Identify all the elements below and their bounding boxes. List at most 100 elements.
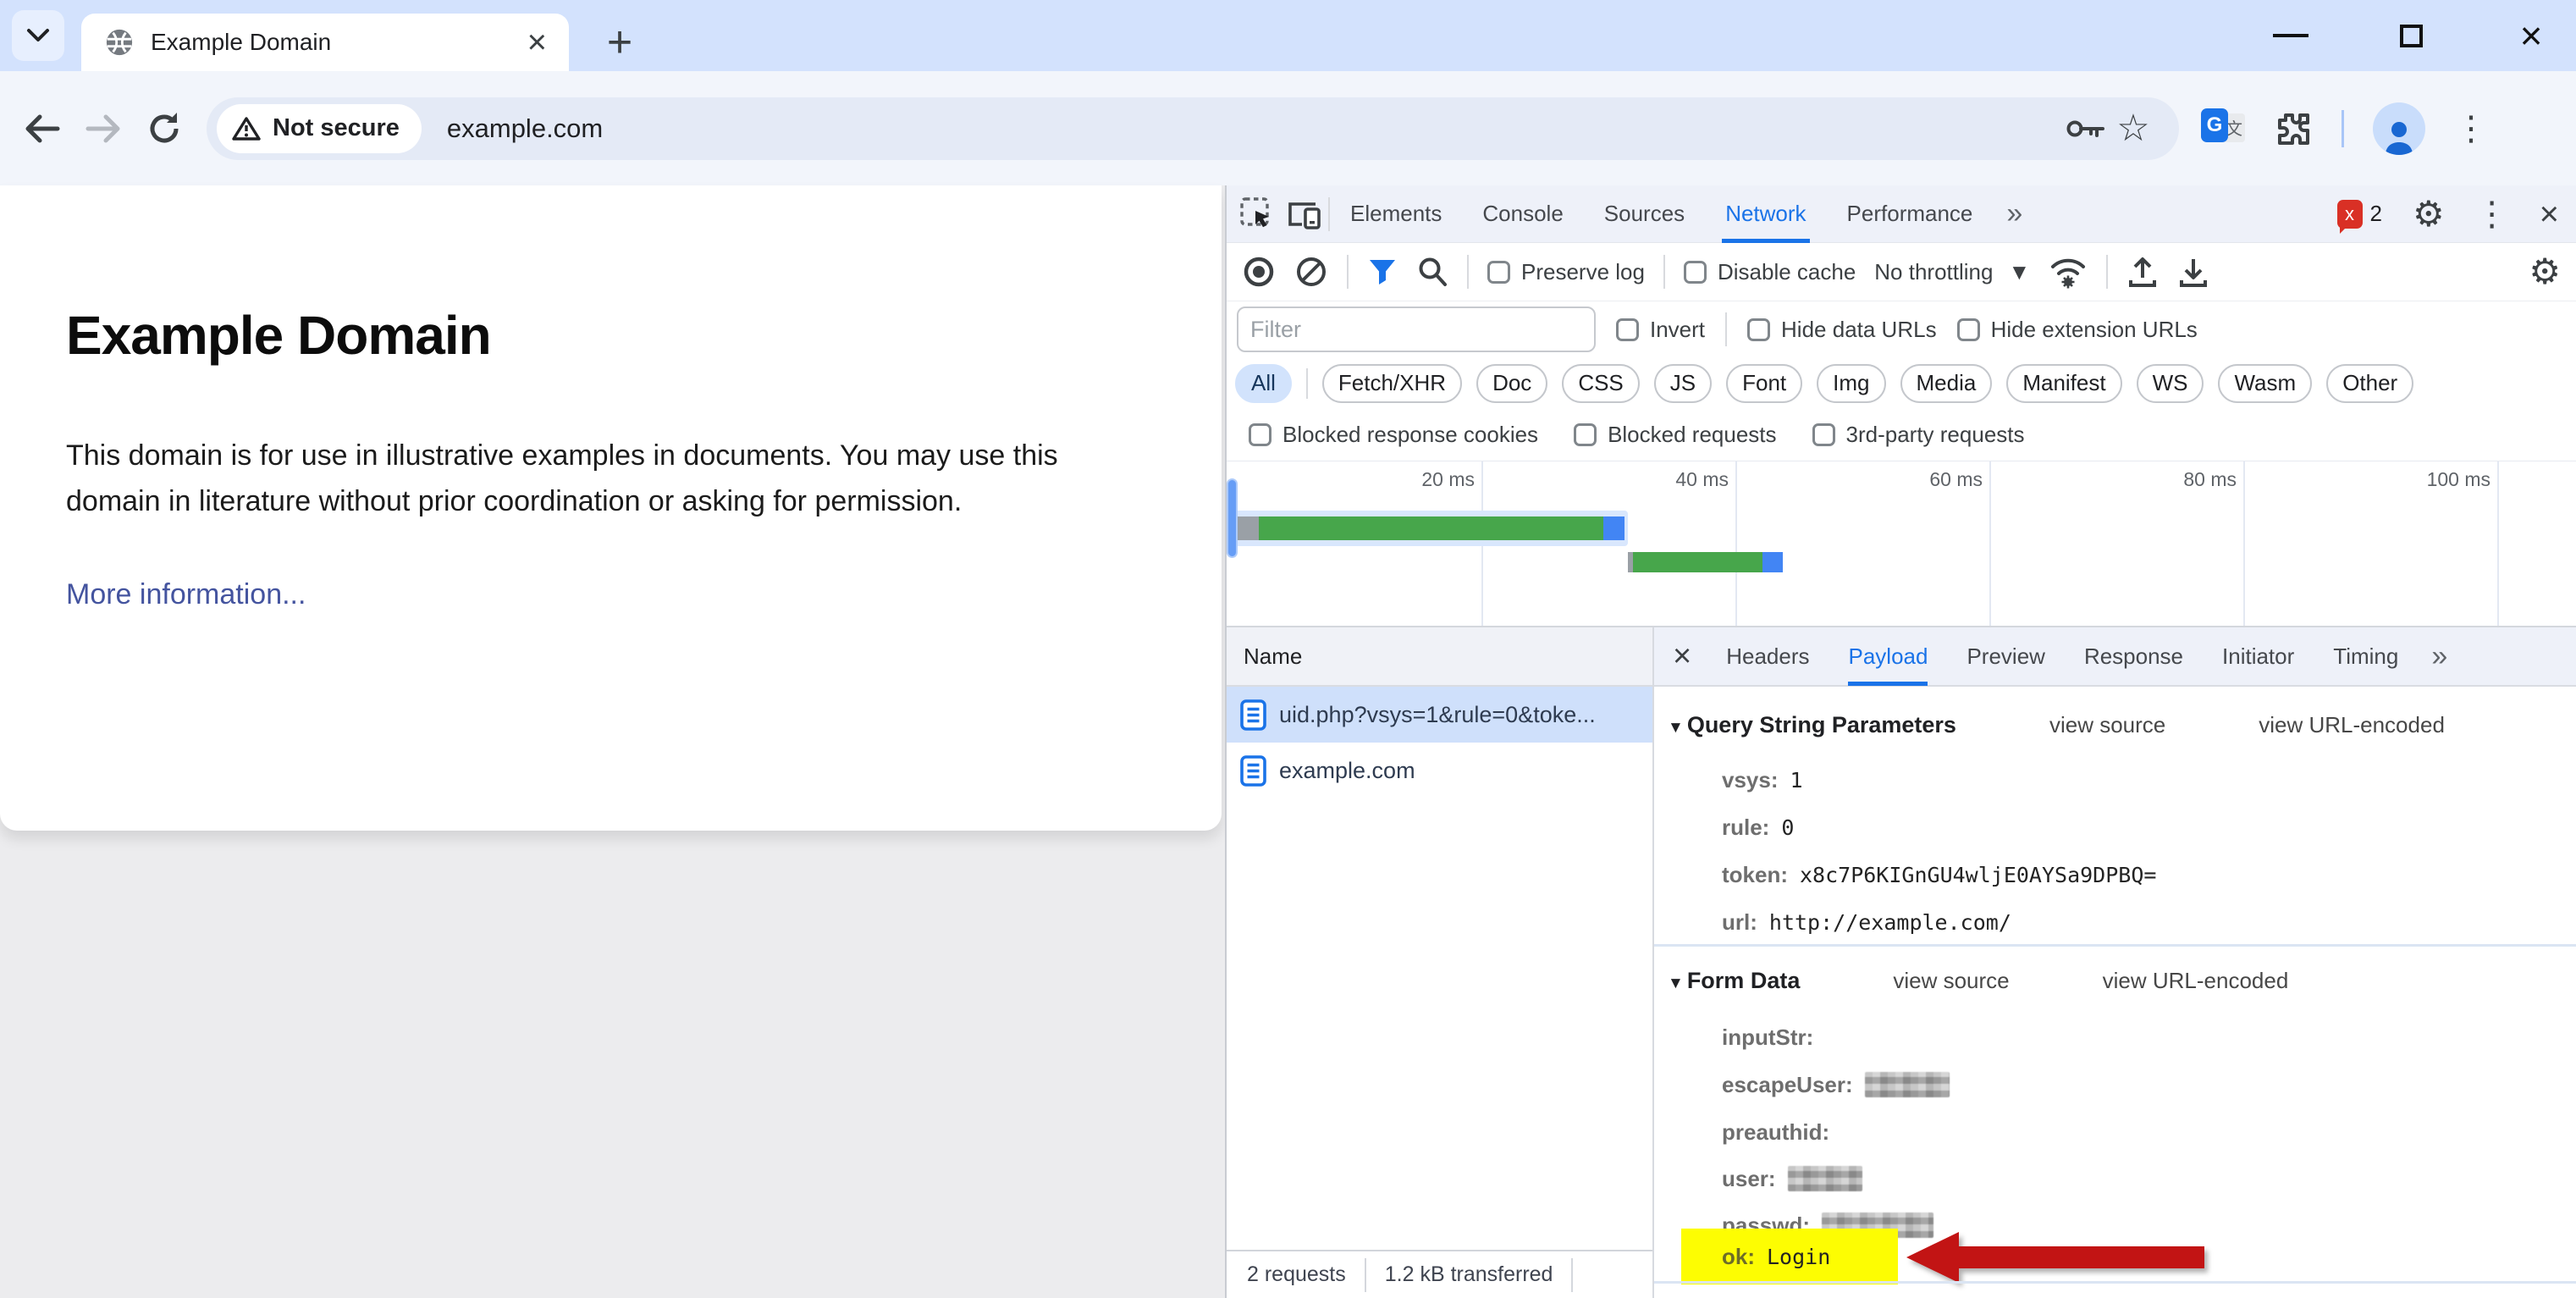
devtools-settings-icon[interactable]: ⚙	[2413, 196, 2445, 232]
password-key-icon[interactable]	[2062, 105, 2110, 152]
reload-button[interactable]	[134, 98, 195, 159]
more-panels-icon[interactable]: »	[2006, 197, 2022, 230]
chip-js[interactable]: JS	[1654, 364, 1712, 403]
tab-timing[interactable]: Timing	[2333, 627, 2398, 686]
disable-cache-checkbox[interactable]: Disable cache	[1684, 259, 1856, 285]
network-settings-icon[interactable]: ⚙	[2529, 254, 2561, 290]
import-har-icon[interactable]	[2126, 255, 2159, 289]
chip-wasm[interactable]: Wasm	[2218, 364, 2312, 403]
network-conditions-icon[interactable]	[2049, 254, 2088, 290]
chip-all[interactable]: All	[1235, 364, 1292, 403]
tab-console[interactable]: Console	[1479, 185, 1566, 243]
param-row: inputStr:	[1722, 1022, 1813, 1052]
param-key: user:	[1722, 1166, 1776, 1192]
checkbox-icon	[1574, 423, 1597, 446]
chevron-down-icon	[25, 27, 51, 44]
reload-icon	[146, 111, 182, 146]
blocked-response-cookies-checkbox[interactable]: Blocked response cookies	[1249, 422, 1538, 448]
device-toolbar-icon[interactable]	[1279, 197, 1328, 231]
clear-network-log-icon[interactable]	[1294, 255, 1328, 289]
chip-fetch-xhr[interactable]: Fetch/XHR	[1322, 364, 1462, 403]
new-tab-button[interactable]: +	[593, 15, 647, 69]
chip-img[interactable]: Img	[1817, 364, 1885, 403]
blocked-requests-checkbox[interactable]: Blocked requests	[1574, 422, 1776, 448]
browser-menu-icon[interactable]: ⋮	[2454, 112, 2488, 146]
tab-search-button[interactable]	[12, 10, 64, 61]
tab-network[interactable]: Network	[1722, 185, 1809, 243]
checkbox-icon	[1957, 318, 1980, 341]
devtools-close-icon[interactable]: ×	[2540, 197, 2559, 231]
export-har-icon[interactable]	[2177, 255, 2209, 289]
request-row-uid-php[interactable]: uid.php?vsys=1&rule=0&toke...	[1227, 687, 1652, 743]
tab-performance[interactable]: Performance	[1844, 185, 1977, 243]
address-bar[interactable]: Not secure example.com ☆	[207, 97, 2179, 160]
network-toolbar: Preserve log Disable cache No throttling…	[1227, 243, 2576, 301]
view-url-encoded-link[interactable]: view URL-encoded	[2259, 712, 2445, 738]
close-details-icon[interactable]: ×	[1673, 640, 1691, 672]
overview-range-handle[interactable]	[1227, 478, 1238, 558]
view-source-link[interactable]: view source	[2049, 712, 2165, 738]
invert-checkbox[interactable]: Invert	[1616, 317, 1705, 343]
security-chip[interactable]: Not secure	[217, 104, 422, 153]
tab-close-icon[interactable]: ×	[524, 25, 550, 59]
disclosure-triangle-icon[interactable]: ▼	[1668, 975, 1684, 992]
tab-response[interactable]: Response	[2084, 627, 2183, 686]
param-row: token: x8c7P6KIGnGU4wljE0AYSa9DPBQ=	[1722, 859, 2156, 890]
tab-elements[interactable]: Elements	[1347, 185, 1445, 243]
hide-extension-urls-checkbox[interactable]: Hide extension URLs	[1957, 317, 2198, 343]
tab-sources[interactable]: Sources	[1601, 185, 1688, 243]
document-icon	[1240, 699, 1266, 731]
chip-ws[interactable]: WS	[2137, 364, 2204, 403]
hide-data-urls-checkbox[interactable]: Hide data URLs	[1747, 317, 1937, 343]
chip-font[interactable]: Font	[1726, 364, 1802, 403]
throttling-dropdown[interactable]: No throttling ▼	[1874, 259, 2030, 285]
chip-doc[interactable]: Doc	[1476, 364, 1547, 403]
tab-preview[interactable]: Preview	[1966, 627, 2044, 686]
devtools-menu-icon[interactable]: ⋮	[2475, 197, 2509, 231]
name-column-header[interactable]: Name	[1227, 627, 1652, 687]
back-button[interactable]	[12, 98, 73, 159]
translate-extension-icon[interactable]: 文 G	[2201, 107, 2245, 151]
extensions-puzzle-icon[interactable]	[2274, 109, 2313, 148]
request-name: example.com	[1279, 758, 1415, 784]
chip-manifest[interactable]: Manifest	[2006, 364, 2121, 403]
search-icon[interactable]	[1416, 256, 1448, 288]
param-key: escapeUser:	[1722, 1072, 1853, 1098]
requests-list: Name uid.php?vsys=1&rule=0&toke... examp…	[1227, 627, 1652, 1298]
waterfall-bar-2[interactable]	[1628, 552, 1783, 572]
filter-funnel-icon[interactable]	[1367, 257, 1398, 287]
preserve-log-checkbox[interactable]: Preserve log	[1487, 259, 1645, 285]
profile-avatar[interactable]	[2373, 102, 2425, 155]
net-toolbar-divider	[1347, 255, 1349, 289]
tab-initiator[interactable]: Initiator	[2222, 627, 2294, 686]
window-close-button[interactable]: ×	[2502, 6, 2561, 65]
network-overview-timeline[interactable]: 20 ms 40 ms 60 ms 80 ms 100 ms	[1227, 461, 2576, 627]
waterfall-bar-1[interactable]	[1235, 516, 1624, 540]
chip-media[interactable]: Media	[1900, 364, 1993, 403]
error-badge[interactable]: x 2	[2337, 200, 2382, 229]
disclosure-triangle-icon[interactable]: ▼	[1668, 719, 1684, 737]
inspect-element-icon[interactable]	[1235, 196, 1279, 232]
more-information-link[interactable]: More information...	[66, 578, 306, 610]
third-party-requests-checkbox[interactable]: 3rd-party requests	[1812, 422, 2025, 448]
more-details-tabs-icon[interactable]: »	[2431, 640, 2447, 673]
window-maximize-button[interactable]	[2381, 6, 2441, 65]
forward-button[interactable]	[73, 98, 134, 159]
view-url-encoded-link[interactable]: view URL-encoded	[2103, 968, 2289, 994]
requests-count: 2 requests	[1247, 1262, 1346, 1287]
chip-css[interactable]: CSS	[1562, 364, 1639, 403]
gridline	[2497, 461, 2499, 626]
browser-tab[interactable]: Example Domain ×	[81, 14, 569, 71]
tab-payload[interactable]: Payload	[1848, 627, 1928, 686]
blocked-response-cookies-label: Blocked response cookies	[1282, 422, 1538, 448]
request-row-example-com[interactable]: example.com	[1227, 743, 1652, 798]
tab-headers[interactable]: Headers	[1726, 627, 1809, 686]
view-source-link[interactable]: view source	[1893, 968, 2009, 994]
chip-other[interactable]: Other	[2326, 364, 2413, 403]
filter-input[interactable]	[1237, 307, 1596, 352]
person-icon	[2380, 118, 2418, 155]
window-minimize-button[interactable]	[2261, 6, 2320, 65]
record-network-log-icon[interactable]	[1242, 255, 1276, 289]
tab-strip: Example Domain × + ×	[0, 0, 2576, 71]
bookmark-star-icon[interactable]: ☆	[2110, 105, 2157, 152]
